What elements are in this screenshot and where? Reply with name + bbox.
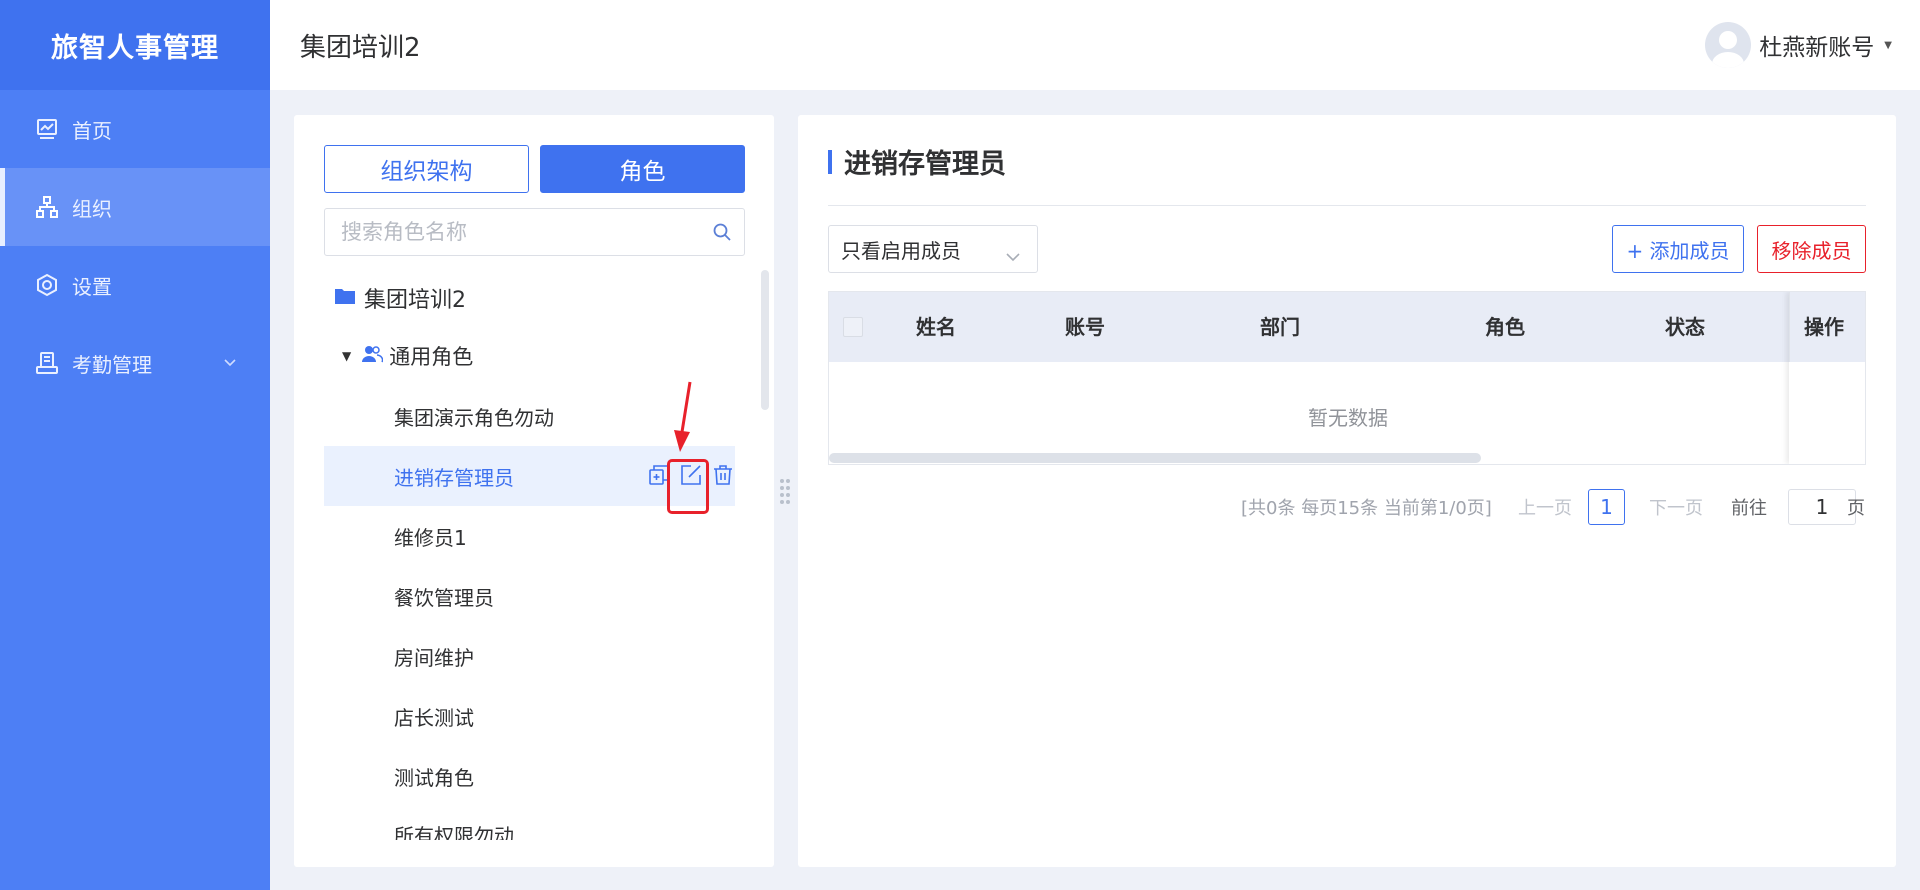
sidebar: 旅智人事管理 首页 组织 设置 考勤管理 (0, 0, 270, 890)
member-filter-select[interactable]: 只看启用成员 (828, 225, 1038, 273)
tab-org-structure[interactable]: 组织架构 (324, 145, 529, 193)
role-item[interactable]: 维修员1 (324, 506, 735, 566)
chevron-down-icon (1005, 244, 1021, 268)
search-input[interactable] (325, 209, 685, 255)
current-page-button[interactable]: 1 (1588, 489, 1625, 525)
chart-icon (34, 116, 60, 142)
org-icon (34, 194, 60, 220)
tree-group[interactable]: ▼ 通用角色 (324, 326, 735, 386)
add-member-button[interactable]: + 添加成员 (1612, 225, 1744, 273)
remove-member-button[interactable]: 移除成员 (1757, 225, 1866, 273)
role-label: 所有权限勿动 (394, 824, 514, 840)
role-item[interactable]: 餐饮管理员 (324, 566, 735, 626)
sidebar-item-settings[interactable]: 设置 (0, 246, 270, 324)
role-label: 测试角色 (394, 765, 474, 790)
column-header-role[interactable]: 角色 (1485, 292, 1525, 362)
filter-value: 只看启用成员 (841, 238, 961, 263)
drag-handle-icon[interactable] (779, 478, 791, 510)
role-item-partial[interactable]: 所有权限勿动 (394, 824, 544, 840)
expand-triangle-icon[interactable]: ▼ (342, 349, 351, 363)
tree-root-label: 集团培训2 (364, 288, 466, 313)
delete-icon[interactable] (711, 463, 735, 487)
page-unit-label: 页 (1847, 498, 1865, 519)
panel-title-text: 进销存管理员 (844, 149, 1006, 180)
column-header-department[interactable]: 部门 (1260, 292, 1300, 362)
role-label: 店长测试 (394, 705, 474, 730)
role-label: 房间维护 (394, 645, 474, 670)
sidebar-item-attendance[interactable]: 考勤管理 (0, 324, 270, 402)
next-page-button[interactable]: 下一页 (1649, 489, 1703, 525)
role-label: 维修员1 (394, 525, 467, 550)
sidebar-item-label: 设置 (72, 274, 112, 299)
role-label: 集团演示角色勿动 (394, 405, 554, 430)
role-label: 进销存管理员 (394, 465, 514, 490)
column-header-account[interactable]: 账号 (1065, 292, 1105, 362)
tab-roles[interactable]: 角色 (540, 145, 745, 193)
top-header: 集团培训2 杜燕新账号 ▼ (270, 0, 1920, 90)
tree-group-label: 通用角色 (389, 345, 474, 369)
members-table: 姓名 账号 部门 角色 状态 暂无数据 操作 (828, 291, 1866, 465)
user-menu[interactable]: 杜燕新账号 ▼ (1705, 22, 1892, 68)
annotation-arrow-icon (668, 380, 700, 462)
goto-page-input[interactable]: 1 (1788, 489, 1856, 525)
caret-down-icon: ▼ (1884, 39, 1892, 51)
members-panel: 进销存管理员 只看启用成员 + 添加成员 移除成员 姓名 账号 部门 角色 状态… (798, 115, 1896, 867)
role-item[interactable]: 房间维护 (324, 626, 735, 686)
role-item[interactable]: 测试角色 (324, 746, 735, 806)
tree-root[interactable]: 集团培训2 (324, 270, 735, 326)
role-tree: 集团培训2 ▼ 通用角色 集团演示角色勿动 进销存管理员 维修员1 餐饮管理员 … (324, 270, 735, 806)
search-icon[interactable] (712, 222, 732, 246)
sidebar-item-home[interactable]: 首页 (0, 90, 270, 168)
table-horizontal-scrollbar[interactable] (829, 453, 1481, 463)
folder-icon (334, 286, 356, 311)
sidebar-item-label: 考勤管理 (72, 352, 152, 377)
user-group-icon (361, 344, 384, 369)
pagination-info: [共0条 每页15条 当前第1/0页] (1241, 498, 1492, 519)
prev-page-button[interactable]: 上一页 (1518, 489, 1572, 525)
settings-icon (34, 272, 60, 298)
chevron-down-icon[interactable] (222, 351, 238, 375)
sidebar-item-label: 首页 (72, 118, 112, 143)
page-title: 集团培训2 (300, 32, 421, 63)
avatar (1705, 22, 1752, 68)
operation-column: 操作 (1789, 292, 1865, 464)
role-search[interactable] (324, 208, 745, 256)
empty-state-text: 暂无数据 (1308, 406, 1388, 430)
panel-title: 进销存管理员 (828, 142, 1006, 181)
goto-label: 前往 (1731, 498, 1767, 519)
column-header-status[interactable]: 状态 (1665, 292, 1705, 362)
table-header: 姓名 账号 部门 角色 状态 (829, 292, 1865, 362)
tree-scrollbar[interactable] (761, 270, 769, 410)
annotation-highlight-box (667, 459, 709, 514)
user-name: 杜燕新账号 (1759, 35, 1875, 61)
column-header-actions: 操作 (1789, 292, 1865, 362)
select-all-checkbox[interactable] (843, 317, 863, 337)
app-brand: 旅智人事管理 (0, 0, 270, 90)
attendance-icon (34, 350, 60, 376)
role-label: 餐饮管理员 (394, 585, 494, 610)
sidebar-item-org[interactable]: 组织 (0, 168, 270, 246)
column-header-name[interactable]: 姓名 (916, 292, 956, 362)
divider (828, 205, 1866, 206)
role-item[interactable]: 店长测试 (324, 686, 735, 746)
sidebar-item-label: 组织 (72, 196, 112, 221)
